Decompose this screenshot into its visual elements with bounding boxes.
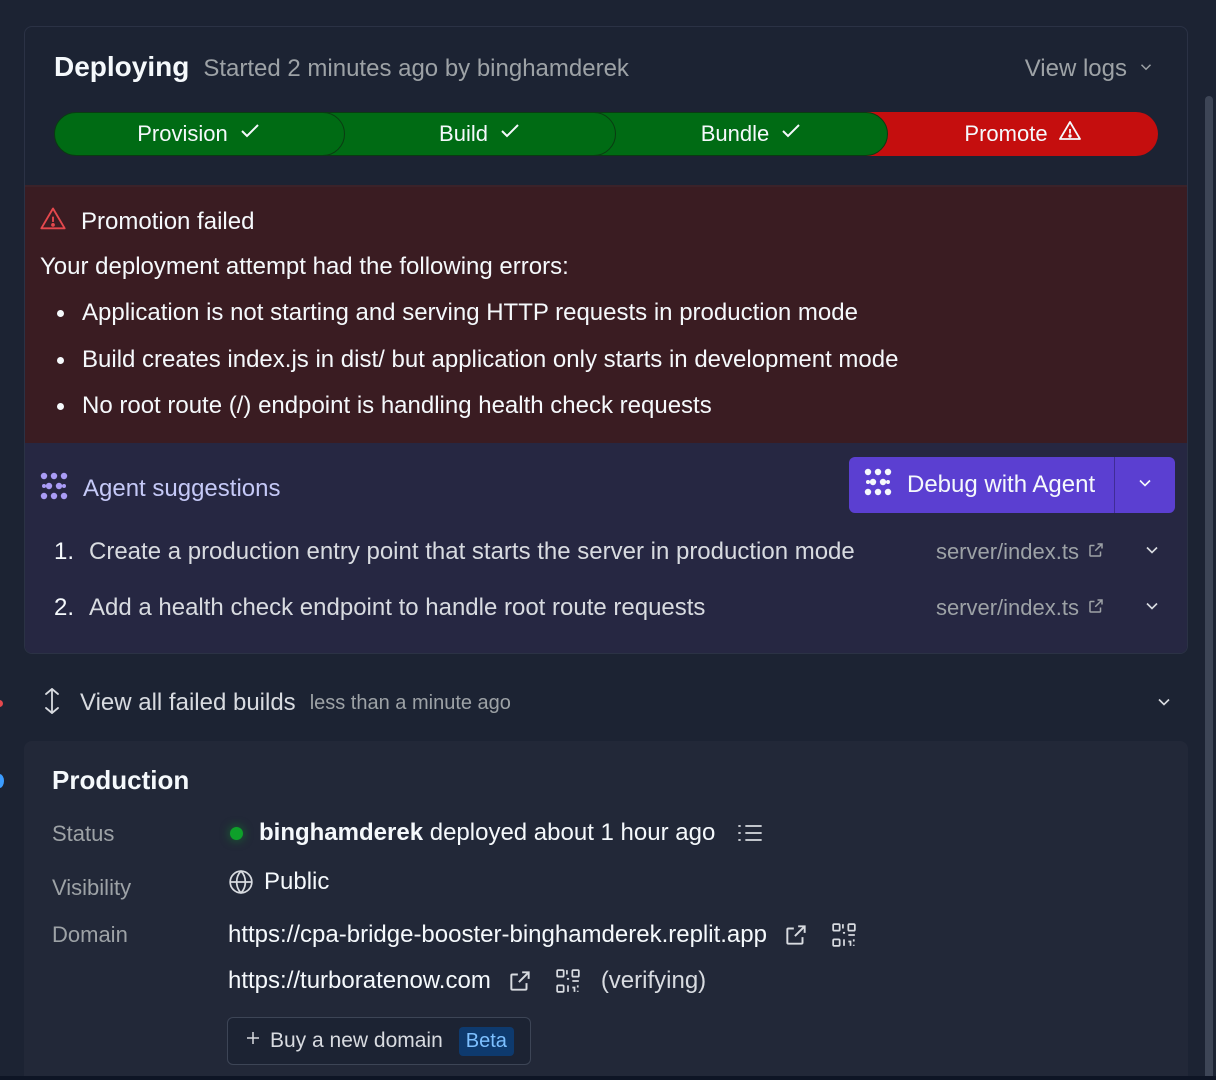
buy-domain-label: Buy a new domain [270,1029,443,1052]
deploy-title: Deploying [54,51,190,82]
step-label: Promote [964,121,1048,146]
bottom-divider [0,1076,1216,1080]
chevron-down-icon [1146,602,1158,610]
expand-suggestion-button[interactable] [1142,540,1162,565]
status-text: deployed about 1 hour ago [423,819,716,846]
debug-options-dropdown[interactable] [1115,457,1175,513]
external-link-icon [1087,539,1105,565]
visibility-value: Public [228,868,329,896]
scrollbar[interactable] [1202,0,1216,1080]
view-failed-builds-row[interactable]: View all failed builds less than a minut… [40,686,1180,720]
suggestion-file-link[interactable]: server/index.ts [936,539,1105,565]
external-link-icon [1087,595,1105,621]
agent-title: Agent suggestions [83,474,281,502]
check-icon [779,119,803,149]
view-logs-button[interactable]: View logs [1025,55,1155,83]
qr-code-button[interactable] [831,922,857,948]
beta-badge: Beta [458,1026,514,1056]
step-label: Build [439,121,488,146]
error-list: Application is not starting and serving … [40,299,898,439]
expand-vertical-icon [40,686,64,721]
chevron-down-icon [1135,473,1155,498]
status-label: Status [52,821,115,846]
deploy-stepper: Provision Build Bundle Promote [54,112,1158,156]
secondary-domain-link[interactable]: https://turboratenow.com [228,967,491,995]
visibility-label: Visibility [52,875,132,900]
plus-icon [244,1029,262,1053]
buy-domain-button[interactable]: Buy a new domain Beta [227,1017,531,1065]
agent-suggestions-panel: Agent suggestions Debug with Agent 1. Cr… [25,443,1187,653]
step-bundle: Bundle [594,112,888,156]
warning-icon [1058,119,1082,149]
expand-suggestion-button[interactable] [1142,596,1162,621]
status-value: binghamderek deployed about 1 hour ago [228,819,763,847]
step-promote: Promote [866,112,1158,156]
chevron-down-icon [1137,55,1155,83]
view-logs-label: View logs [1024,55,1127,82]
agent-icon [863,467,893,504]
failed-builds-label: View all failed builds [80,689,296,716]
error-title-row: Promotion failed [39,205,254,238]
failed-builds-time: less than a minute ago [309,691,511,714]
primary-domain-row: https://cpa-bridge-booster-binghamderek.… [228,921,857,949]
error-item: Build creates index.js in dist/ but appl… [40,346,898,374]
error-title: Promotion failed [81,207,255,235]
error-panel: Promotion failed Your deployment attempt… [25,185,1187,443]
chevron-down-icon [1154,692,1174,717]
status-dot [230,826,243,840]
production-title: Production [52,765,190,795]
step-build: Build [325,112,616,156]
primary-domain-link[interactable]: https://cpa-bridge-booster-binghamderek.… [228,921,767,949]
deploy-header: Deploying Started 2 minutes ago by bingh… [54,51,629,87]
error-item: No root route (/) endpoint is handling h… [40,392,898,420]
domain-label: Domain [52,922,128,947]
file-path: server/index.ts [935,595,1079,620]
agent-title-row: Agent suggestions [39,471,280,506]
globe-icon [228,869,254,895]
domain-verifying-status: (verifying) [600,967,707,994]
deploy-started-text: Started 2 minutes ago by binghamderek [203,55,629,82]
agent-icon [39,471,69,506]
deployment-history-button[interactable] [737,822,763,844]
error-intro: Your deployment attempt had the followin… [40,253,569,280]
chevron-down-icon [1146,546,1158,554]
step-label: Bundle [700,121,770,146]
error-item: Application is not starting and serving … [40,299,898,327]
step-label: Provision [137,121,228,146]
qr-code-button[interactable] [555,968,581,994]
step-provision: Provision [54,112,345,156]
qr-code-icon [832,923,856,947]
external-link-icon [786,925,806,945]
suggestion-item: 2. Add a health check endpoint to handle… [54,593,1174,623]
open-domain-button[interactable] [507,968,533,994]
suggestion-item: 1. Create a production entry point that … [54,537,1174,567]
production-card: Production Status binghamderek deployed … [24,741,1188,1080]
status-user: binghamderek [259,819,424,846]
secondary-domain-row: https://turboratenow.com (verifying) [228,967,706,995]
suggestion-file-link[interactable]: server/index.ts [936,595,1105,621]
deploying-card: Deploying Started 2 minutes ago by bingh… [24,26,1188,654]
deployment-page: Deploying Started 2 minutes ago by bingh… [0,0,1216,1080]
debug-with-agent-button[interactable]: Debug with Agent [849,457,1115,513]
check-icon [498,119,522,149]
suggestion-text: Add a health check endpoint to handle ro… [89,594,706,621]
warning-icon [39,205,67,238]
qr-code-icon [556,969,580,993]
external-link-icon [510,971,530,991]
debug-with-agent-label: Debug with Agent [907,471,1096,498]
check-icon [238,119,262,149]
timeline-current-marker [0,774,4,788]
open-domain-button[interactable] [783,922,809,948]
list-icon [738,825,763,841]
file-path: server/index.ts [935,539,1079,564]
suggestion-text: Create a production entry point that sta… [89,538,855,565]
scrollbar-thumb[interactable] [1205,96,1213,1080]
timeline-failed-marker [0,700,3,707]
suggestion-number: 2. [54,594,75,621]
debug-with-agent-split-button: Debug with Agent [849,457,1175,513]
visibility-text: Public [264,868,330,895]
suggestion-number: 1. [54,538,75,565]
